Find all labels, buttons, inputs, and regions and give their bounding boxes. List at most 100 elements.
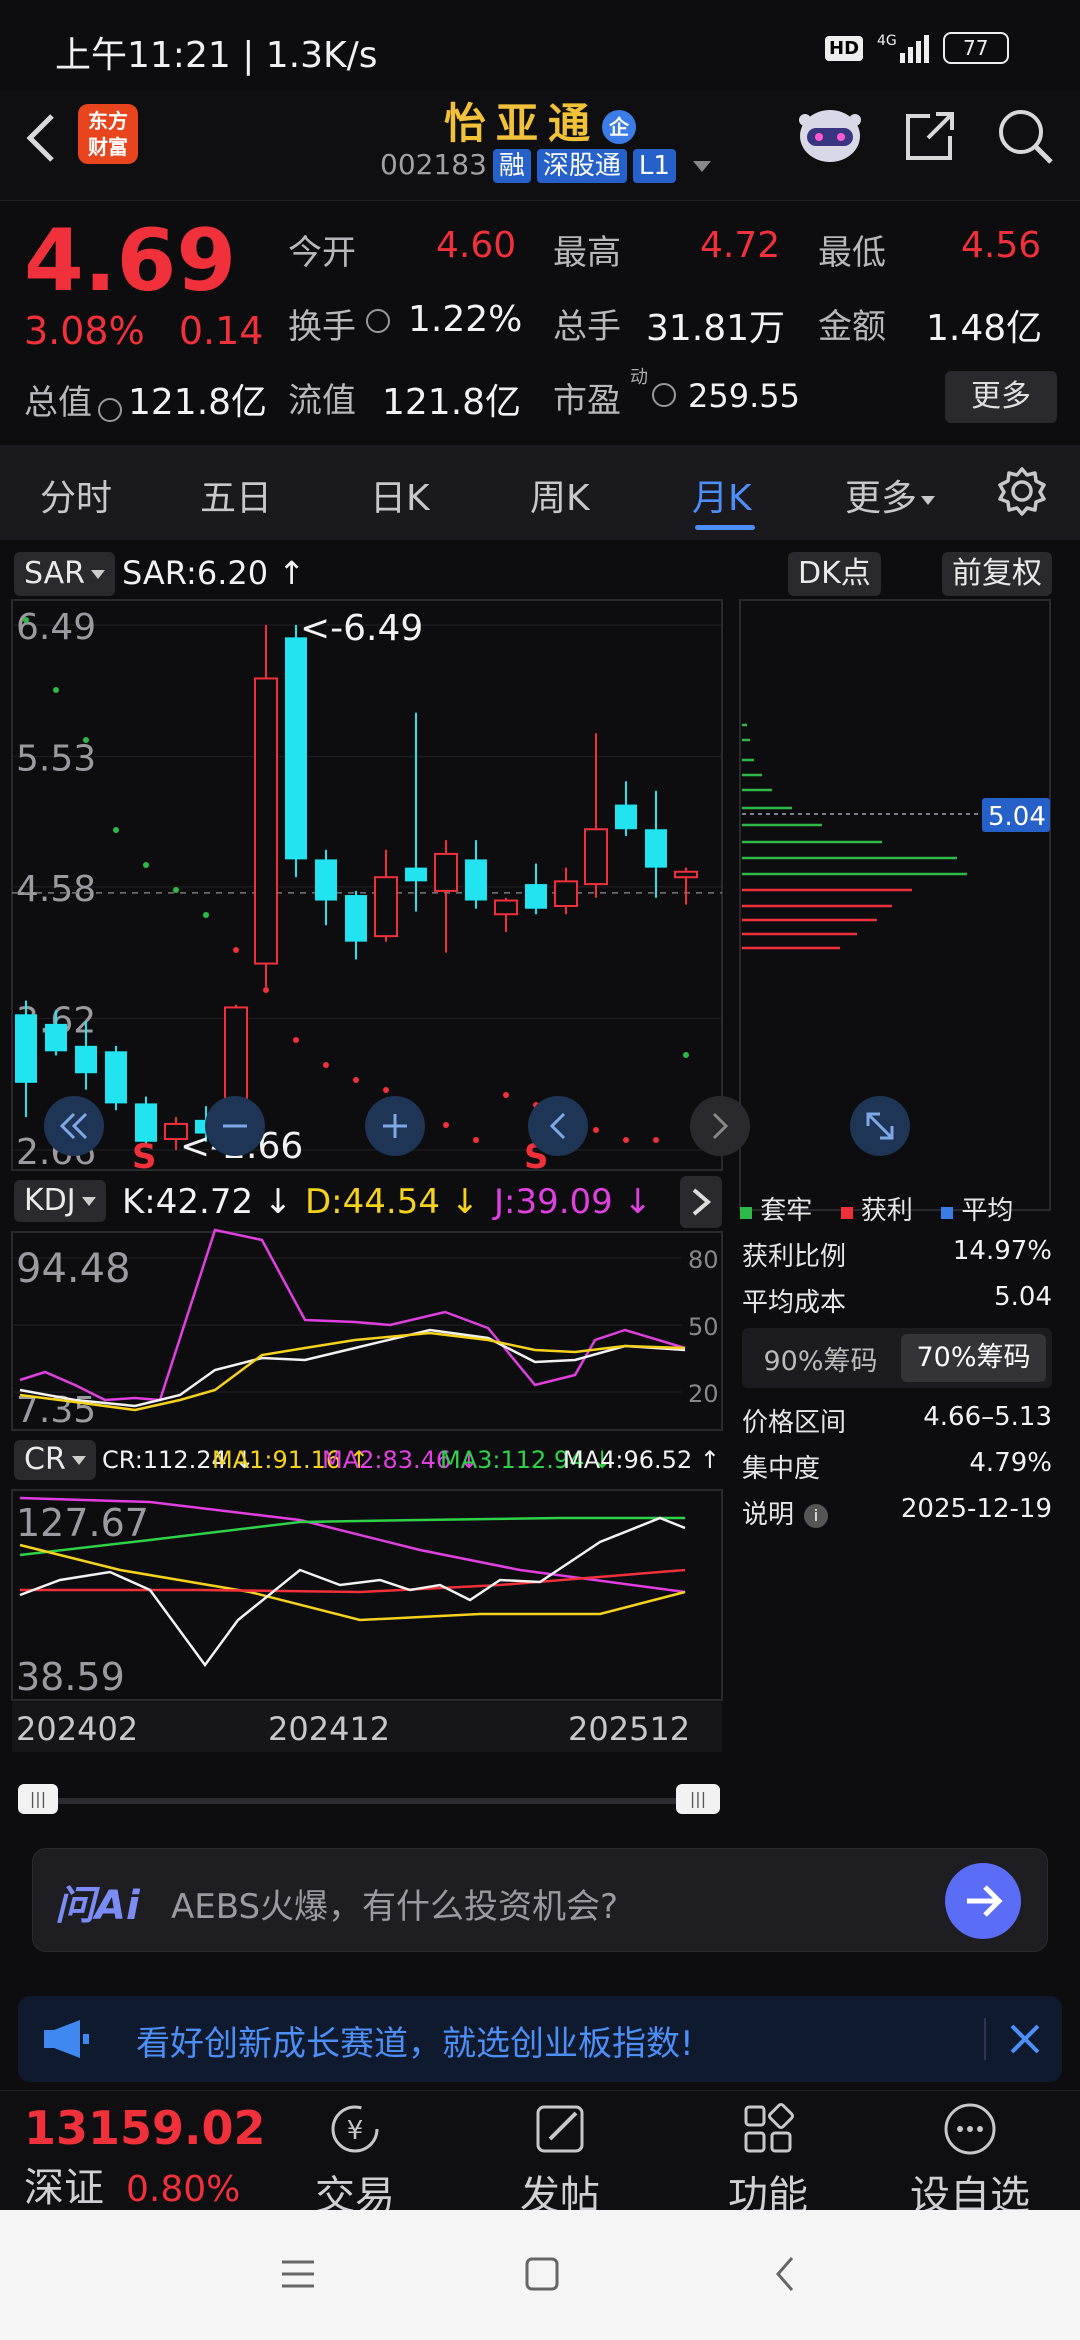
index-change: 0.80% bbox=[126, 2169, 241, 2210]
candle-body bbox=[254, 677, 278, 965]
info-icon[interactable] bbox=[652, 383, 676, 407]
chip-stats-2: 价格区间 4.66–5.13 集中度 4.79% 说明 i 2025-12-19 bbox=[742, 1402, 1052, 1540]
scrollbar-left-handle[interactable]: ||| bbox=[18, 1784, 58, 1814]
candle-body bbox=[494, 899, 518, 916]
tab-daily-k[interactable]: 日K bbox=[370, 469, 430, 521]
volume-value: 31.81万 bbox=[646, 308, 786, 349]
info-icon[interactable]: i bbox=[804, 1503, 829, 1528]
y-tick-label: 4.58 bbox=[16, 869, 96, 910]
zoom-in-button[interactable] bbox=[365, 1096, 425, 1156]
profit-ratio-row: 获利比例 14.97% bbox=[742, 1236, 1052, 1272]
sar-dot bbox=[683, 1052, 689, 1058]
high-annotation: <-6.49 bbox=[300, 608, 423, 649]
candle-body bbox=[374, 876, 398, 938]
nav-functions[interactable]: 功能 bbox=[718, 2099, 818, 2221]
candle-body bbox=[405, 867, 427, 882]
note-row: 说明 i 2025-12-19 bbox=[742, 1494, 1052, 1530]
kline-chart-svg[interactable]: 6.495.534.583.622.66<-6.49<-2.66SS5.0480… bbox=[0, 540, 1080, 1820]
x-tick-label: 202412 bbox=[268, 1710, 390, 1748]
candle-body bbox=[75, 1045, 97, 1074]
dropdown-arrow-icon bbox=[81, 1197, 96, 1206]
share-icon[interactable] bbox=[900, 106, 960, 166]
close-icon[interactable] bbox=[1004, 2018, 1046, 2060]
candle-body bbox=[285, 637, 307, 860]
scroll-left-fast-button[interactable] bbox=[44, 1096, 104, 1156]
turnover-value: 1.22% bbox=[408, 299, 523, 340]
scroll-right-button[interactable] bbox=[690, 1096, 750, 1156]
tag-connect: 深股通 bbox=[536, 149, 627, 183]
change-amount: 0.14 bbox=[178, 309, 264, 353]
cr-ma4: MA4:96.52 ↑ bbox=[563, 1446, 720, 1474]
kdj-j-value: J:39.09 ↓ bbox=[494, 1182, 653, 1222]
sar-dot bbox=[503, 1092, 509, 1098]
chip-tabs: 90%筹码 70%筹码 bbox=[742, 1328, 1052, 1388]
menu-icon[interactable] bbox=[278, 2256, 318, 2292]
tab-chip-70[interactable]: 70%筹码 bbox=[901, 1334, 1046, 1382]
sar-dot bbox=[383, 1087, 389, 1093]
grid-icon bbox=[744, 2103, 794, 2153]
sar-dot bbox=[53, 687, 59, 693]
sar-dot bbox=[623, 1137, 629, 1143]
x-tick-label: 202512 bbox=[568, 1710, 690, 1748]
expand-chart-button[interactable] bbox=[850, 1096, 910, 1156]
more-quote-button[interactable]: 更多 bbox=[945, 371, 1057, 423]
ai-search-bar[interactable]: 问Ai AEBS火爆，有什么投资机会? bbox=[32, 1848, 1048, 1952]
sar-dot bbox=[23, 617, 29, 623]
chevron-right-icon[interactable] bbox=[680, 1176, 722, 1228]
index-name: 深证 bbox=[24, 2165, 104, 2211]
back-nav-icon[interactable] bbox=[770, 2254, 800, 2294]
info-icon[interactable] bbox=[366, 309, 390, 333]
candle-body bbox=[615, 804, 637, 830]
robot-assistant-icon[interactable] bbox=[795, 102, 865, 166]
enterprise-badge: 企 bbox=[602, 109, 636, 144]
nav-post[interactable]: 发帖 bbox=[510, 2099, 610, 2221]
index-ticker[interactable]: 13159.02 深证 0.80% bbox=[24, 2101, 266, 2213]
tab-monthly-k[interactable]: 月K bbox=[692, 469, 752, 521]
dropdown-arrow-icon[interactable] bbox=[692, 160, 711, 172]
candle-body bbox=[15, 1014, 37, 1083]
yuan-refresh-icon: ¥ bbox=[331, 2105, 379, 2153]
timeline-scrollbar[interactable] bbox=[18, 1798, 720, 1804]
x-tick-label: 202402 bbox=[16, 1710, 138, 1748]
chevron-left-icon bbox=[549, 1112, 566, 1140]
open-value: 4.60 bbox=[436, 225, 517, 266]
stock-subtitle: 002183 融深股通 L1 bbox=[380, 148, 711, 183]
stock-name: 怡亚通 bbox=[443, 99, 600, 148]
ai-brand: 问Ai bbox=[55, 1883, 140, 1929]
candle-body bbox=[345, 895, 367, 942]
change-percent: 3.08% bbox=[24, 309, 145, 353]
hd-icon: HD bbox=[825, 35, 864, 61]
tab-five-day[interactable]: 五日 bbox=[200, 469, 272, 521]
tab-more[interactable]: 更多 bbox=[845, 469, 936, 521]
candle-body bbox=[465, 859, 487, 901]
nav-add-watchlist[interactable]: 设自选 bbox=[900, 2099, 1040, 2221]
stock-header: 东方 财富 怡亚通企 002183 融深股通 L1 bbox=[0, 90, 1080, 200]
info-icon[interactable] bbox=[98, 397, 122, 422]
cr-bottom-value: 38.59 bbox=[16, 1655, 125, 1699]
nav-trade[interactable]: ¥ 交易 bbox=[305, 2099, 405, 2221]
search-icon[interactable] bbox=[995, 106, 1057, 168]
avg-cost-row: 平均成本 5.04 bbox=[742, 1282, 1052, 1318]
candle-body bbox=[45, 1023, 67, 1052]
promo-banner[interactable]: 看好创新成长赛道，就选创业板指数! bbox=[18, 1996, 1062, 2082]
edit-icon bbox=[536, 2105, 584, 2153]
candle-body bbox=[525, 884, 547, 909]
sar-dot bbox=[173, 887, 179, 893]
sar-dot bbox=[83, 737, 89, 743]
ai-submit-button[interactable] bbox=[945, 1863, 1021, 1939]
scroll-left-button[interactable] bbox=[528, 1096, 588, 1156]
dropdown-arrow-icon bbox=[71, 1456, 86, 1465]
home-icon[interactable] bbox=[522, 2254, 562, 2294]
kdj-top-value: 94.48 bbox=[16, 1246, 131, 1292]
tab-chip-90[interactable]: 90%筹码 bbox=[748, 1339, 893, 1378]
tab-intraday[interactable]: 分时 bbox=[40, 469, 112, 521]
pe-value: 259.55 bbox=[688, 377, 800, 415]
zoom-out-button[interactable] bbox=[205, 1096, 265, 1156]
period-tabs: 分时 五日 日K 周K 月K 更多 bbox=[0, 445, 1080, 540]
cr-selector[interactable]: CR bbox=[14, 1440, 96, 1480]
settings-icon[interactable] bbox=[996, 465, 1048, 517]
scrollbar-right-handle[interactable]: ||| bbox=[676, 1784, 720, 1814]
tab-weekly-k[interactable]: 周K bbox=[530, 469, 590, 521]
kdj-selector[interactable]: KDJ bbox=[14, 1180, 106, 1222]
y-tick-label: 5.53 bbox=[16, 739, 96, 780]
